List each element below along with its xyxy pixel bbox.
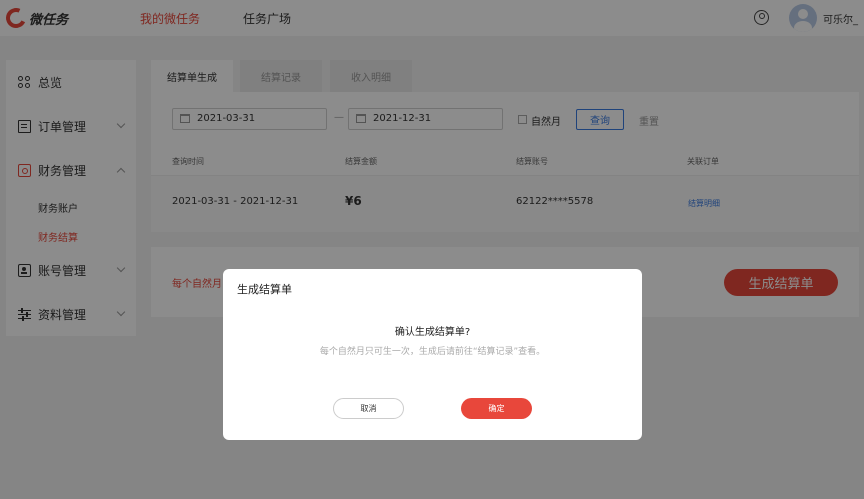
dialog-title: 生成结算单	[237, 283, 292, 296]
cancel-button[interactable]: 取消	[333, 398, 404, 419]
dialog-question: 确认生成结算单?	[394, 327, 471, 338]
confirm-dialog: 生成结算单 确认生成结算单? 每个自然月只可生一次，生成后请前往“结算记录”查看…	[223, 269, 642, 440]
confirm-button[interactable]: 确定	[461, 398, 532, 419]
dialog-description: 每个自然月只可生一次，生成后请前往“结算记录”查看。	[319, 347, 546, 357]
